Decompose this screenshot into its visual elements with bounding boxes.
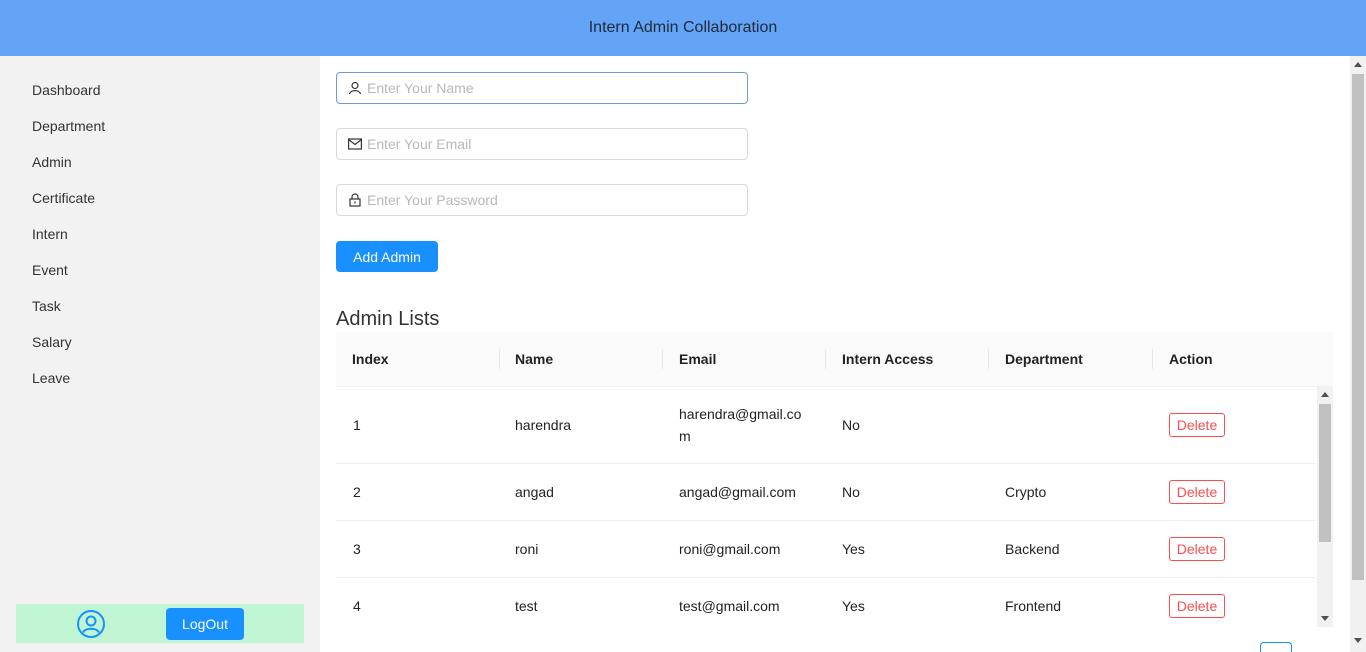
cell-intern-access: No xyxy=(842,484,860,500)
column-header-department: Department xyxy=(1005,351,1083,367)
page-scrollbar[interactable] xyxy=(1350,56,1366,652)
delete-button[interactable]: Delete xyxy=(1169,537,1225,561)
add-admin-button[interactable]: Add Admin xyxy=(336,241,438,272)
sidebar-item-dashboard[interactable]: Dashboard xyxy=(32,82,101,98)
column-header-email: Email xyxy=(679,351,717,367)
column-header-action: Action xyxy=(1169,351,1213,367)
table-row: 1 harendra harendra@gmail.co m No Delete xyxy=(336,387,1316,464)
cell-department: Frontend xyxy=(1005,598,1062,614)
admin-list-title: Admin Lists xyxy=(336,308,440,330)
email-input[interactable] xyxy=(367,136,747,152)
sidebar-item-admin[interactable]: Admin xyxy=(32,154,72,170)
name-field[interactable] xyxy=(336,72,748,104)
lock-icon xyxy=(347,192,363,208)
sidebar-item-department[interactable]: Department xyxy=(32,118,105,134)
table-scrollbar[interactable] xyxy=(1317,387,1333,627)
cell-name: angad xyxy=(515,484,554,500)
cell-index: 4 xyxy=(353,598,361,614)
password-input[interactable] xyxy=(367,192,747,208)
scroll-down-arrow-icon[interactable] xyxy=(1321,616,1329,621)
column-header-name: Name xyxy=(515,351,554,367)
column-header-index: Index xyxy=(352,351,389,367)
cell-index: 3 xyxy=(353,541,361,557)
cell-index: 1 xyxy=(353,417,361,433)
column-divider xyxy=(988,349,989,369)
sidebar-item-task[interactable]: Task xyxy=(32,298,61,314)
cell-intern-access: No xyxy=(842,417,860,433)
table-row: 4 test test@gmail.com Yes Frontend Delet… xyxy=(336,578,1316,627)
cell-name: harendra xyxy=(515,417,572,433)
sidebar-item-event[interactable]: Event xyxy=(32,262,68,278)
cell-email: roni@gmail.com xyxy=(679,541,781,557)
name-input[interactable] xyxy=(367,80,747,96)
cell-email: angad@gmail.com xyxy=(679,484,796,500)
sidebar-footer: LogOut xyxy=(16,604,304,643)
cell-department: Backend xyxy=(1005,541,1060,557)
sidebar-item-certificate[interactable]: Certificate xyxy=(32,190,95,206)
logout-button[interactable]: LogOut xyxy=(166,608,244,640)
scroll-down-arrow-icon[interactable] xyxy=(1354,638,1362,643)
mail-icon xyxy=(347,136,363,152)
table-header: Index Name Email Intern Access Departmen… xyxy=(336,332,1333,387)
table-row: 3 roni roni@gmail.com Yes Backend Delete xyxy=(336,521,1316,578)
scroll-up-arrow-icon[interactable] xyxy=(1321,392,1329,397)
top-header: Intern Admin Collaboration xyxy=(0,0,1366,56)
sidebar-item-intern[interactable]: Intern xyxy=(32,226,68,242)
user-icon xyxy=(347,80,363,96)
sidebar-item-leave[interactable]: Leave xyxy=(32,370,70,386)
table-row: 2 angad angad@gmail.com No Crypto Delete xyxy=(336,464,1316,521)
cell-index: 2 xyxy=(353,484,361,500)
column-divider xyxy=(499,349,500,369)
scroll-up-arrow-icon[interactable] xyxy=(1354,62,1362,67)
cell-email: harendra@gmail.co xyxy=(679,406,802,422)
column-header-intern-access: Intern Access xyxy=(842,351,934,367)
password-field[interactable] xyxy=(336,184,748,216)
app-title: Intern Admin Collaboration xyxy=(588,19,778,36)
cell-email: test@gmail.com xyxy=(679,598,780,614)
cell-email-wrap: m xyxy=(679,428,691,444)
column-divider xyxy=(662,349,663,369)
pagination-item[interactable] xyxy=(1260,642,1292,652)
cell-department: Crypto xyxy=(1005,484,1047,500)
cell-name: roni xyxy=(515,541,539,557)
delete-button[interactable]: Delete xyxy=(1169,480,1225,504)
cell-intern-access: Yes xyxy=(842,598,865,614)
sidebar: Dashboard Department Admin Certificate I… xyxy=(0,56,320,652)
sidebar-item-salary[interactable]: Salary xyxy=(32,334,72,350)
column-divider xyxy=(825,349,826,369)
column-divider xyxy=(1152,349,1153,369)
cell-intern-access: Yes xyxy=(842,541,865,557)
page-scrollbar-thumb[interactable] xyxy=(1352,74,1364,580)
email-field[interactable] xyxy=(336,128,748,160)
user-avatar-icon[interactable] xyxy=(76,609,106,639)
delete-button[interactable]: Delete xyxy=(1169,594,1225,618)
table-scrollbar-thumb[interactable] xyxy=(1319,404,1331,542)
delete-button[interactable]: Delete xyxy=(1169,413,1225,437)
table-body[interactable]: 1 harendra harendra@gmail.co m No Delete… xyxy=(336,387,1333,627)
main-content: Add Admin Admin Lists Index Name Email I… xyxy=(320,56,1350,652)
cell-name: test xyxy=(515,598,538,614)
